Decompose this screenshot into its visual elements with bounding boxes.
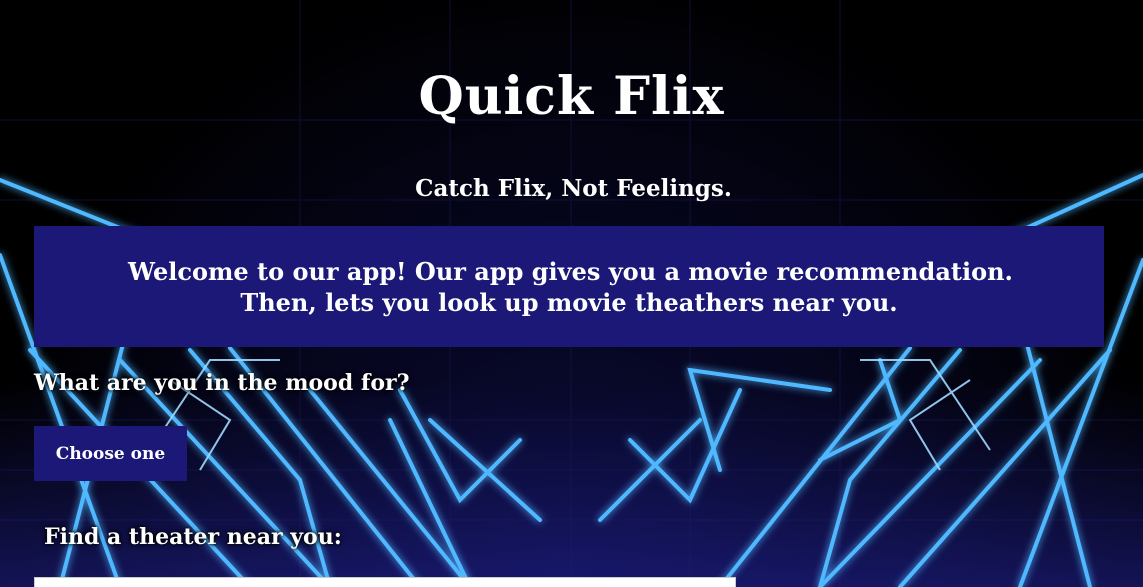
welcome-text-line-2: Then, lets you look up movie theathers n…	[240, 288, 898, 317]
mood-question-label: What are you in the mood for?	[34, 370, 410, 396]
welcome-panel: Welcome to our app! Our app gives you a …	[34, 226, 1104, 347]
find-theater-label: Find a theater near you:	[44, 524, 342, 550]
theater-location-input[interactable]	[34, 577, 736, 587]
choose-genre-button[interactable]: Choose one	[34, 426, 187, 481]
page: Quick Flix Catch Flix, Not Feelings. Wel…	[0, 0, 1143, 587]
app-title: Quick Flix	[418, 66, 725, 127]
tagline: Catch Flix, Not Feelings.	[415, 175, 732, 202]
welcome-text-line-1: Welcome to our app! Our app gives you a …	[128, 257, 1013, 286]
